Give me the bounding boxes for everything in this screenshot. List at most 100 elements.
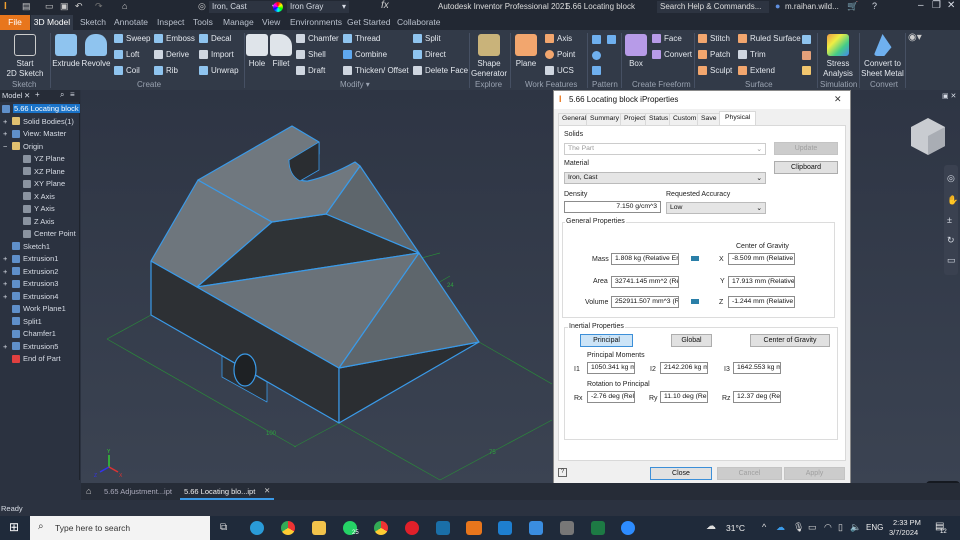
axis-triad: Y Z X	[94, 449, 123, 479]
tab-physical[interactable]: Physical	[719, 111, 757, 126]
rx-label: Rx	[574, 395, 583, 402]
tray-chevron-icon[interactable]: ^	[762, 522, 766, 532]
chrome-profile-icon[interactable]	[374, 521, 388, 535]
ry-label: Ry	[649, 395, 658, 402]
edge-icon[interactable]	[250, 521, 264, 535]
i1-label: I1	[574, 366, 580, 373]
microphone-icon[interactable]: 🎙	[793, 522, 804, 533]
svg-text:Y: Y	[107, 449, 111, 455]
dialog-title: 5.66 Locating block iProperties	[569, 95, 679, 104]
help-icon[interactable]: ?	[558, 468, 567, 477]
rz-field[interactable]: 12.37 deg (Rela	[733, 391, 781, 403]
rx-field[interactable]: -2.76 deg (Rela	[587, 391, 635, 403]
tab-custom[interactable]: Custom	[669, 113, 701, 125]
weather-icon: ☁	[706, 521, 716, 532]
viewcube[interactable]	[911, 118, 945, 155]
inventor-taskbar-icon[interactable]	[466, 521, 482, 535]
cancel-button[interactable]: Cancel	[717, 467, 782, 480]
global-button[interactable]: Global	[671, 334, 712, 347]
status-text: Ready	[1, 504, 23, 513]
cog-y-field[interactable]: 17.913 mm (Relative E	[728, 276, 795, 288]
y-label: Y	[720, 278, 725, 285]
chrome-icon[interactable]	[281, 521, 295, 535]
mass-field[interactable]: 1.808 kg (Relative Err	[611, 253, 679, 265]
doc-tab-active[interactable]: 5.66 Locating blo...ipt ✕	[180, 483, 274, 500]
material-label: Material	[564, 160, 589, 167]
app-icon[interactable]	[436, 521, 450, 535]
excel-icon[interactable]	[591, 521, 605, 535]
onedrive-icon[interactable]: ☁	[776, 522, 785, 533]
viewport-window-controls[interactable]: ▣ ✕	[942, 92, 956, 100]
solids-label: Solids	[564, 131, 584, 138]
task-view-icon[interactable]: ⧉	[220, 522, 227, 533]
dialog-close-icon[interactable]: ✕	[834, 94, 842, 105]
file-explorer-icon[interactable]	[312, 521, 326, 535]
i3-label: I3	[724, 366, 730, 373]
density-field[interactable]: 7.150 g/cm^3	[564, 201, 661, 213]
x-label: X	[719, 256, 724, 263]
mass-label: Mass	[592, 256, 609, 263]
orbit-icon[interactable]: ↻	[947, 235, 955, 246]
dimension-24[interactable]: 24	[447, 283, 454, 289]
zoom-app-icon[interactable]	[621, 521, 635, 535]
calculator-icon[interactable]	[560, 521, 574, 535]
area-label: Area	[593, 278, 608, 285]
navigation-bar[interactable]: ◎ ✋ ± ↻ ▭	[944, 165, 958, 275]
principal-button[interactable]: Principal	[580, 334, 633, 347]
cog-z-field[interactable]: -1.244 mm (Relative E	[728, 296, 795, 308]
cog-x-field[interactable]: -8.509 mm (Relative E	[728, 253, 795, 265]
center-of-gravity-label: Center of Gravity	[736, 243, 789, 250]
volume-field[interactable]: 252911.507 mm^3 (R	[611, 296, 679, 308]
close-tab-icon[interactable]: ✕	[264, 486, 270, 495]
volume-label: Volume	[585, 299, 609, 306]
meet-icon[interactable]: ▯	[838, 522, 843, 533]
copy-icon[interactable]	[691, 299, 699, 304]
apply-button[interactable]: Apply	[784, 467, 845, 480]
zoom-icon[interactable]: ±	[947, 215, 952, 225]
i2-label: I2	[650, 366, 656, 373]
update-button[interactable]: Update	[774, 142, 838, 155]
volume-icon[interactable]: 🔈	[850, 522, 861, 533]
dimension-75[interactable]: 75	[489, 450, 496, 456]
dimension-100[interactable]: 100	[266, 431, 277, 437]
tab-summary[interactable]: Summary	[586, 113, 624, 125]
media-player-icon[interactable]	[498, 521, 512, 535]
clipboard-button[interactable]: Clipboard	[774, 161, 838, 174]
steering-wheel-icon[interactable]: ◎	[947, 173, 955, 184]
hole	[233, 353, 257, 387]
svg-text:X: X	[119, 473, 123, 479]
accuracy-dropdown[interactable]: Low ⌄	[666, 202, 766, 214]
close-button[interactable]: Close	[650, 467, 712, 480]
pan-icon[interactable]: ✋	[947, 195, 958, 206]
status-bar: Ready	[0, 500, 960, 516]
wifi-icon[interactable]: ◠	[824, 522, 832, 533]
ry-field[interactable]: 11.10 deg (Rela	[660, 391, 708, 403]
i2-field[interactable]: 2142.206 kg mi	[660, 362, 708, 374]
rotation-label: Rotation to Principal	[587, 381, 650, 388]
doc-tab[interactable]: 5.65 Adjustment...ipt	[104, 487, 172, 496]
material-dropdown[interactable]: Iron, Cast ⌄	[564, 172, 766, 184]
i1-field[interactable]: 1050.341 kg mi	[587, 362, 635, 374]
density-label: Density	[564, 191, 588, 198]
language-indicator[interactable]: ENG	[866, 523, 883, 532]
tab-save[interactable]: Save	[697, 113, 721, 125]
battery-icon[interactable]: ▭	[808, 522, 817, 533]
home-tab-icon[interactable]: ⌂	[86, 486, 91, 496]
inventor-icon: I	[559, 94, 562, 104]
opera-icon[interactable]	[405, 521, 419, 535]
copy-icon[interactable]	[691, 256, 699, 261]
taskbar-search[interactable]: ⌕ Type here to search	[30, 516, 210, 540]
clock-time[interactable]: 2:33 PM	[893, 518, 921, 527]
center-of-gravity-button[interactable]: Center of Gravity	[750, 334, 830, 347]
solids-dropdown[interactable]: The Part ⌄	[564, 143, 766, 155]
view-face-icon[interactable]: ▭	[947, 255, 956, 266]
i3-field[interactable]: 1642.553 kg mi	[733, 362, 781, 374]
inertial-properties-label: Inertial Properties	[568, 323, 625, 330]
accuracy-label: Requested Accuracy	[666, 191, 731, 198]
document-tabs: ⌂ 5.65 Adjustment...ipt 5.66 Locating bl…	[81, 483, 960, 500]
weather-temp[interactable]: 31°C	[726, 523, 745, 533]
photos-icon[interactable]	[529, 521, 543, 535]
area-field[interactable]: 32741.145 mm^2 (Re	[611, 276, 679, 288]
clock-date[interactable]: 3/7/2024	[889, 528, 918, 537]
windows-start-icon[interactable]: ⊞	[9, 520, 19, 534]
